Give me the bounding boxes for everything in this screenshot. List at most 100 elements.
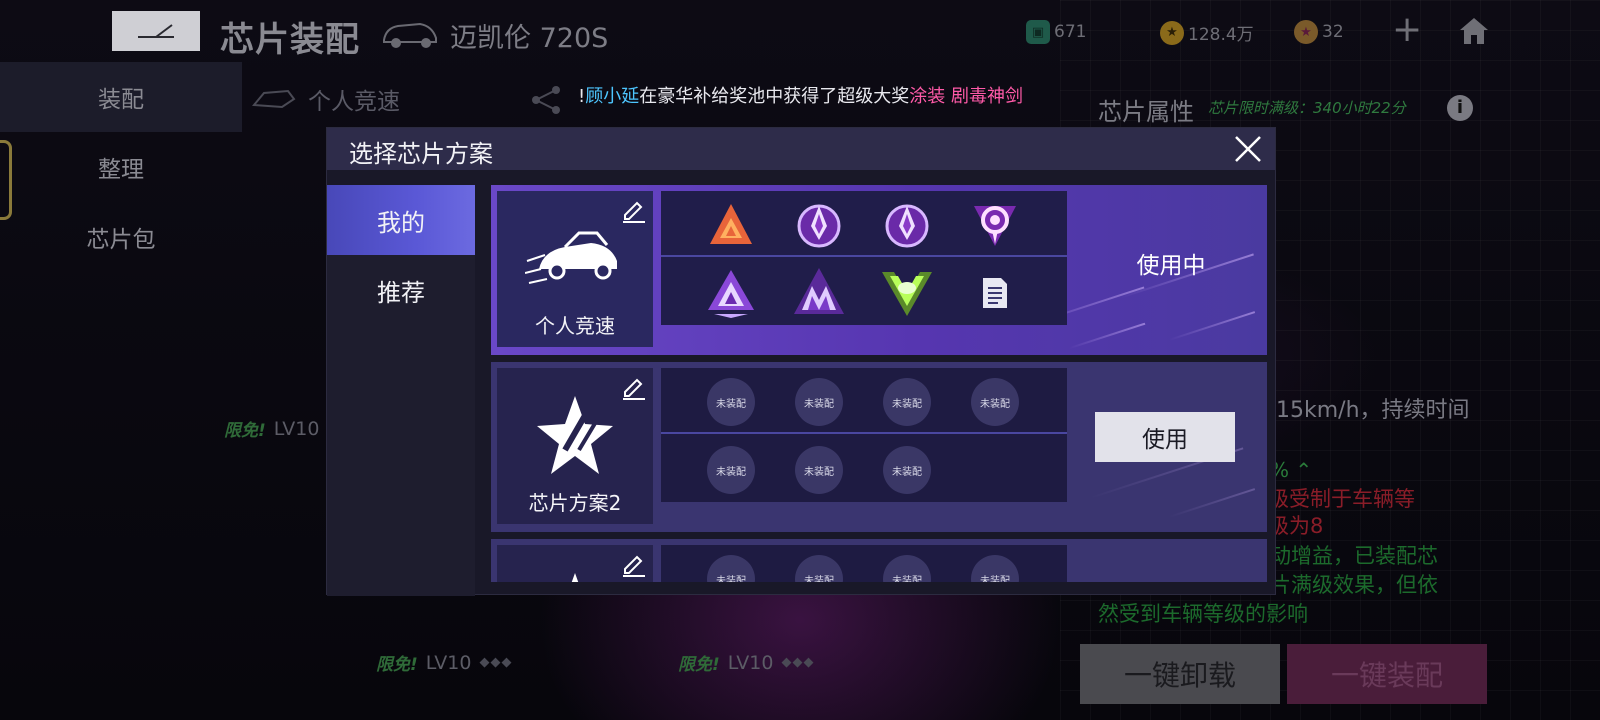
star-logo-icon <box>537 396 613 474</box>
attr-desc-warning-line2: 级为8 <box>1268 514 1324 538</box>
chip-level-label: 限免! LV10 ◆◆◆ <box>678 650 815 676</box>
chip-slot-row: 未装配 未装配 未装配 未装配 <box>661 368 1067 434</box>
tab-mine[interactable]: 我的 <box>327 185 475 255</box>
coin-resource: ★ 128.4万 <box>1160 20 1254 45</box>
level-stars: ◆◆◆ <box>781 655 815 670</box>
empty-chip-slot[interactable]: 未装配 <box>967 374 1023 430</box>
green-wing-chip-icon[interactable] <box>879 265 935 321</box>
tab-recommended[interactable]: 推荐 <box>327 255 475 325</box>
chip-slots: 未装配 未装配 未装配 未装配 <box>661 545 1067 582</box>
ticker-player-name: 顾小延 <box>585 86 640 107</box>
scheme-card[interactable]: 芯片方案2 <box>497 368 653 524</box>
share-icon[interactable] <box>530 84 562 116</box>
coin-count: 128.4万 <box>1188 25 1254 45</box>
purple-mountain-chip-icon[interactable] <box>791 265 847 321</box>
hex-decoration <box>0 140 12 220</box>
empty-chip-slot[interactable]: 未装配 <box>791 551 847 582</box>
back-arrow-icon <box>138 24 174 38</box>
empty-chip-slot[interactable]: 未装配 <box>703 374 759 430</box>
equip-all-button[interactable]: 一键装配 <box>1287 644 1487 704</box>
use-scheme-button[interactable]: 使用 <box>1095 412 1235 462</box>
level-stars: ◆◆◆ <box>479 655 513 670</box>
empty-chip-slot[interactable]: 未装配 <box>791 442 847 498</box>
dialog-header: 选择芯片方案 <box>327 128 1275 170</box>
race-car-icon <box>252 89 296 109</box>
empty-slot-label: 未装配 <box>971 555 1019 582</box>
scheme-item[interactable]: 芯片方案2 未装配 未装配 未装配 未装配 未装配 未装配 未装配 使用 <box>491 362 1267 532</box>
star-logo-icon <box>571 573 579 582</box>
empty-chip-slot[interactable]: 未装配 <box>879 374 935 430</box>
empty-chip-slot[interactable]: 未装配 <box>879 551 935 582</box>
empty-slot-label: 未装配 <box>795 446 843 494</box>
chip-level-label: 限免! LV10 ◆◆◆ <box>376 650 513 676</box>
free-badge: 限免! <box>678 655 720 675</box>
chip-slot-row <box>661 259 1067 325</box>
empty-slot-label: 未装配 <box>883 555 931 582</box>
nav-item-equip[interactable]: 装配 <box>0 62 242 132</box>
chip-slot-row: 未装配 未装配 未装配 <box>661 436 1067 502</box>
empty-chip-slot[interactable]: 未装配 <box>967 551 1023 582</box>
close-icon[interactable] <box>1231 132 1265 166</box>
target-shield-chip-icon[interactable] <box>967 197 1023 253</box>
document-icon[interactable] <box>967 265 1023 321</box>
empty-slot-label: 未装配 <box>971 378 1019 426</box>
ticket-icon: ▣ <box>1026 20 1050 44</box>
ticket-count: 671 <box>1054 22 1087 42</box>
scheme-card[interactable]: 个人竞速 <box>497 191 653 347</box>
ticket-resource: ▣ 671 <box>1026 20 1086 44</box>
empty-slot-label: 未装配 <box>707 446 755 494</box>
scheme-card[interactable] <box>497 545 653 582</box>
flame-triangle-chip-icon[interactable] <box>703 197 759 253</box>
attr-desc-speed: 15km/h，持续时间 <box>1276 398 1470 423</box>
free-badge: 限免! <box>224 421 266 441</box>
nav-item-organize[interactable]: 整理 <box>0 132 242 202</box>
star-coin-icon: ★ <box>1294 20 1318 44</box>
attr-desc-percent: % ⌃ <box>1270 458 1313 482</box>
purple-diamond-chip-icon[interactable] <box>879 197 935 253</box>
sub-tab-race[interactable]: 个人竞速 <box>252 82 400 116</box>
dialog-title: 选择芯片方案 <box>349 140 493 168</box>
empty-slot-label: 未装配 <box>707 555 755 582</box>
top-bar: 芯片装配 迈凯伦 720S ▣ 671 ★ 128.4万 ★ 32 + <box>0 0 1600 62</box>
empty-chip-slot[interactable]: 未装配 <box>703 442 759 498</box>
coin-icon: ★ <box>1160 20 1184 45</box>
chip-level-label: 限免! LV10 ( <box>224 416 333 442</box>
level-text: LV10 ( <box>273 417 333 440</box>
back-button[interactable] <box>112 11 200 51</box>
sub-tab-label: 个人竞速 <box>308 89 400 115</box>
empty-chip-slot[interactable]: 未装配 <box>879 442 935 498</box>
edit-icon[interactable] <box>621 374 647 400</box>
free-badge: 限免! <box>376 655 418 675</box>
empty-slot-label: 未装配 <box>795 555 843 582</box>
dialog-tabs: 我的 推荐 <box>327 185 475 596</box>
edit-icon[interactable] <box>621 551 647 577</box>
ticker-message: 在豪华补给奖池中获得了超级大奖 <box>639 86 910 107</box>
star-coin-count: 32 <box>1322 22 1344 42</box>
level-text: LV10 <box>727 651 774 674</box>
unload-all-button[interactable]: 一键卸载 <box>1080 644 1280 704</box>
chip-slot-row <box>661 191 1067 257</box>
edit-icon[interactable] <box>621 197 647 223</box>
car-name: 迈凯伦 720S <box>450 23 609 54</box>
empty-chip-slot[interactable]: 未装配 <box>791 374 847 430</box>
info-icon[interactable]: i <box>1447 95 1473 121</box>
chip-slots: 未装配 未装配 未装配 未装配 未装配 未装配 未装配 <box>661 368 1067 502</box>
chip-slots <box>661 191 1067 325</box>
race-car-icon <box>525 231 617 284</box>
plus-icon[interactable]: + <box>1392 12 1422 48</box>
scheme-item[interactable]: 未装配 未装配 未装配 未装配 <box>491 539 1267 582</box>
empty-chip-slot[interactable]: 未装配 <box>703 551 759 582</box>
scheme-item-active[interactable]: 个人竞速 使用中 <box>491 185 1267 355</box>
scheme-status-in-use: 使用中 <box>1136 253 1206 279</box>
purple-diamond-chip-icon[interactable] <box>791 197 847 253</box>
car-icon <box>383 22 437 48</box>
empty-slot-label: 未装配 <box>883 378 931 426</box>
star-coin-resource: ★ 32 <box>1294 20 1344 44</box>
nav-item-chip-pack[interactable]: 芯片包 <box>0 202 242 272</box>
scheme-list[interactable]: 个人竞速 使用中 芯片方案2 未装配 未装配 未装配 未装配 未装配 未装配 未… <box>491 185 1267 582</box>
attr-panel-subtitle: 芯片限时满级：340小时22分 <box>1208 99 1406 117</box>
home-icon[interactable] <box>1458 16 1490 46</box>
select-chip-scheme-dialog: 选择芯片方案 我的 推荐 个人竞速 使用中 芯片方案2 未装配 未装配 未装配 … <box>326 127 1276 596</box>
purple-triangle-chip-icon[interactable] <box>703 265 759 321</box>
scheme-name: 芯片方案2 <box>528 491 622 515</box>
